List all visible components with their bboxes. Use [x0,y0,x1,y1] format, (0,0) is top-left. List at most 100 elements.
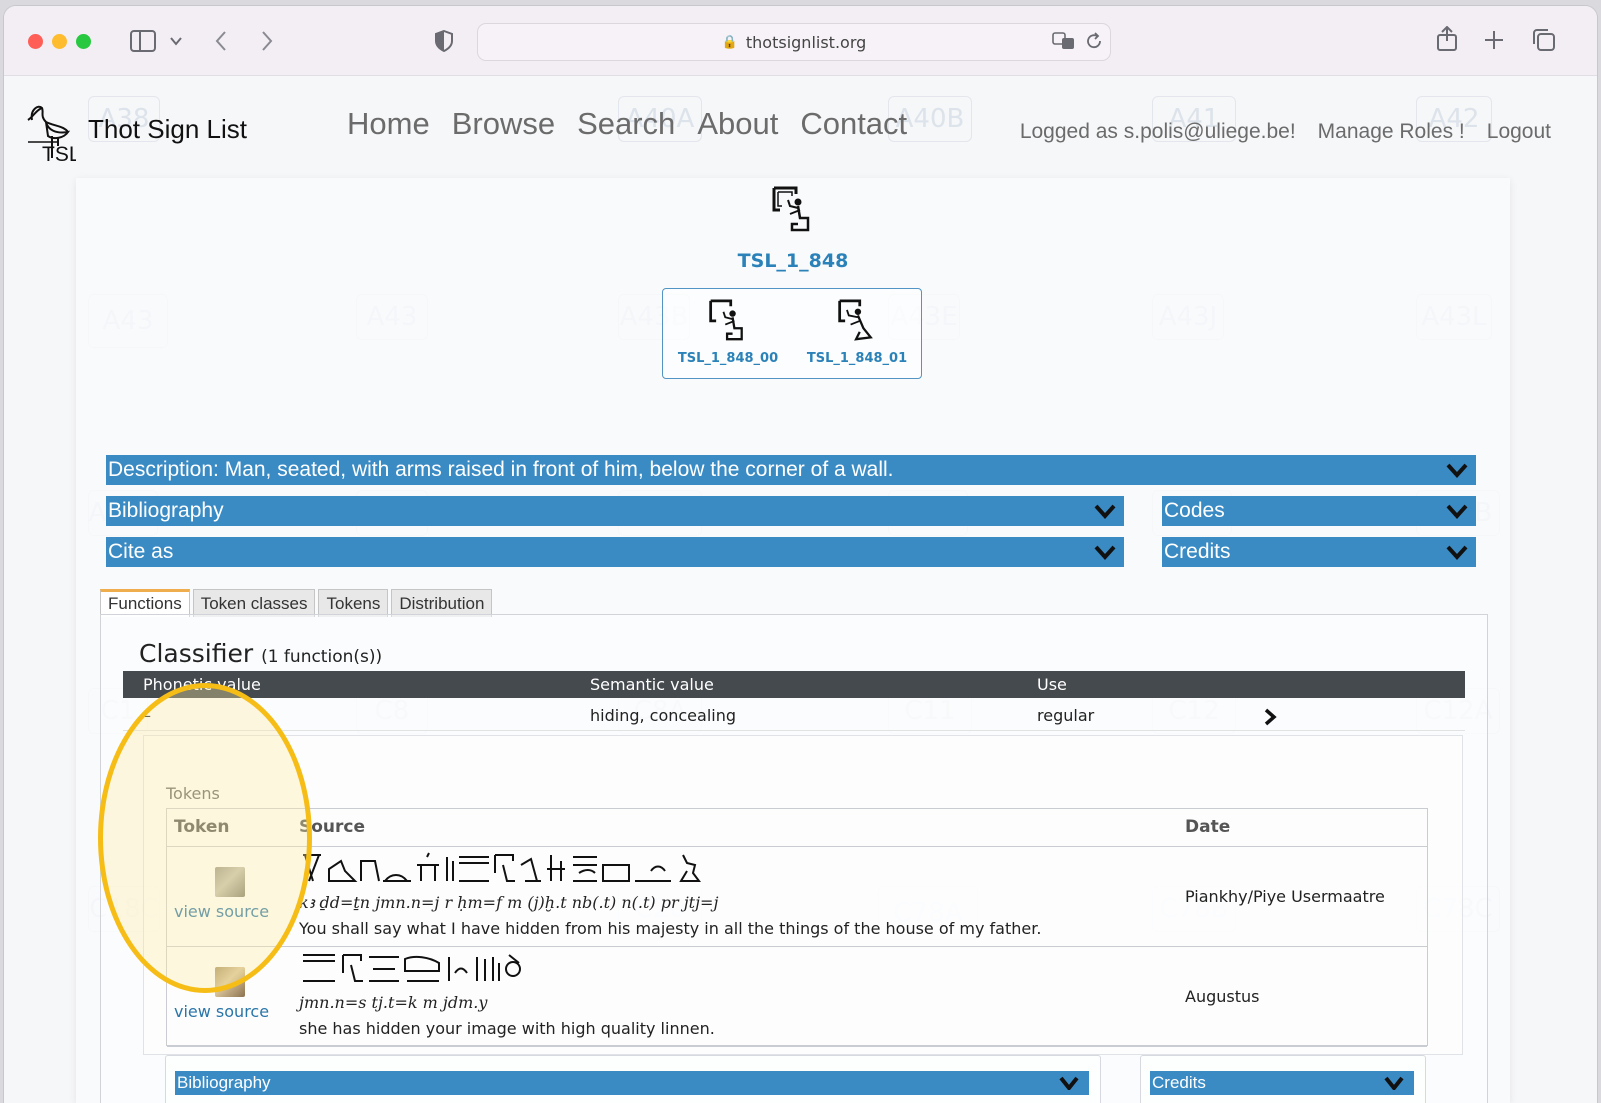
function-count: (1 function(s)) [261,647,383,667]
nav-browse[interactable]: Browse [452,106,555,142]
col-use: Use [1037,675,1067,694]
lock-icon: 🔒 [721,34,738,50]
sidebar-icon[interactable] [130,30,156,52]
col-phonetic-value: Phonetic value [143,675,261,694]
chevron-down-icon [1094,545,1116,560]
translation: You shall say what I have hidden from hi… [299,919,1042,938]
credits-label: Credits [1164,540,1231,563]
svg-text:TSL: TSL [42,143,76,162]
shield-icon[interactable] [434,30,454,52]
reload-icon[interactable] [1085,32,1103,50]
tokens-table-header: Token Source Date [167,809,1427,847]
nav-contact[interactable]: Contact [800,106,907,142]
credits-bar[interactable]: Credits [1162,537,1476,567]
description-bar[interactable]: Description: Man, seated, with arms rais… [106,455,1476,485]
nav-home[interactable]: Home [347,106,430,142]
view-source-link[interactable]: view source [174,1002,269,1021]
col-token: Token [174,817,230,837]
tab-overview-icon[interactable] [1532,28,1556,52]
chevron-down-icon [1384,1076,1404,1090]
token-credits-label: Credits [1152,1073,1206,1092]
browser-toolbar: 🔒 thotsignlist.org [4,6,1597,76]
tab-token-classes[interactable]: Token classes [192,589,316,617]
semantic-value: hiding, concealing [590,706,737,725]
description-text: Description: Man, seated, with arms rais… [108,458,894,481]
nav-search[interactable]: Search [577,106,675,142]
tokens-table: Token Source Date view source kꜣ ḏd=ṯn j… [166,808,1428,1047]
hieroglyph-source-icon [303,852,701,882]
nav-about[interactable]: About [697,106,778,142]
sign-id: TSL_1_848 [737,250,849,272]
user-nav: Logged as s.polis@uliege.be! Manage Role… [1020,120,1551,144]
logged-in-as[interactable]: Logged as s.polis@uliege.be! [1020,120,1296,144]
variant-label[interactable]: TSL_1_848_00 [673,351,783,366]
web-page: A43A43A43BA43EA43JA43LA45CA46A53A54A55A5… [4,76,1597,1103]
col-date: Date [1185,817,1231,837]
chevron-down-icon [1446,504,1468,519]
transliteration: jmn.n=s tj.t=k m jdm.y [299,993,488,1012]
address-bar[interactable]: 🔒 thotsignlist.org [477,23,1111,61]
chevron-down-icon [1446,545,1468,560]
back-icon[interactable] [214,30,228,52]
hieroglyph-source-icon [303,954,521,982]
browser-window: 🔒 thotsignlist.org A43A43A43BA43EA43JA43… [4,6,1597,1103]
token-row: view source [167,847,1427,947]
share-icon[interactable] [1436,26,1458,52]
codes-bar[interactable]: Codes [1162,496,1476,526]
phonetic-value: – [143,706,151,725]
tab-tokens[interactable]: Tokens [318,589,389,617]
function-row[interactable]: – hiding, concealing regular [123,701,1465,731]
col-source: Source [299,817,366,837]
transliteration: kꜣ ḏd=ṯn jmn.n=j r ḥm=f m (j)ḫ.t nb(.t) … [299,893,719,912]
token-date: Piankhy/Piye Usermaatre [1185,887,1385,906]
forward-icon[interactable] [260,30,274,52]
use-value: regular [1037,706,1095,725]
translate-icon[interactable] [1052,32,1076,50]
view-source-link[interactable]: view source [174,902,269,921]
col-semantic-value: Semantic value [590,675,714,694]
tokens-section: Tokens Token Source Date view source kꜣ … [143,735,1463,1055]
codes-label: Codes [1164,499,1225,522]
chevron-down-icon [1094,504,1116,519]
token-thumbnail[interactable] [215,967,245,997]
function-title: Classifier (1 function(s)) [139,639,382,668]
manage-roles-link[interactable]: Manage Roles ! [1318,120,1465,144]
tab-distribution[interactable]: Distribution [391,589,493,617]
cite-as-bar[interactable]: Cite as [106,537,1124,567]
minimize-window-button[interactable] [52,34,67,49]
site-title[interactable]: Thot Sign List [88,114,247,145]
token-date: Augustus [1185,987,1260,1006]
tokens-label: Tokens [166,784,220,803]
variant-item[interactable]: TSL_1_848_01 [802,297,912,366]
variant-item[interactable]: TSL_1_848_00 [673,297,783,366]
bibliography-label: Bibliography [108,499,224,522]
translation: she has hidden your image with high qual… [299,1019,715,1038]
functions-panel: Classifier (1 function(s)) Phonetic valu… [100,614,1488,1103]
chevron-down-icon[interactable] [170,36,182,46]
function-title-text: Classifier [139,639,254,668]
new-tab-icon[interactable] [1484,30,1504,50]
chevron-down-icon [1059,1076,1079,1090]
close-window-button[interactable] [28,34,43,49]
sign-glyph-icon [772,186,810,232]
functions-table-header: Phonetic value Semantic value Use [123,671,1465,698]
variant-glyph-icon [838,299,873,341]
url-text: thotsignlist.org [745,32,867,52]
token-thumbnail[interactable] [215,867,245,897]
token-bibliography-label: Bibliography [177,1073,271,1092]
token-row: view source [167,947,1427,1047]
maximize-window-button[interactable] [76,34,91,49]
ibis-logo-icon[interactable]: TSL [24,100,76,162]
main-nav: Home Browse Search About Contact [347,106,907,142]
bibliography-bar[interactable]: Bibliography [106,496,1124,526]
chevron-down-icon [1446,463,1468,478]
token-credits-bar[interactable]: Credits [1150,1071,1414,1095]
tab-bar: Functions Token classes Tokens Distribut… [100,589,493,617]
logout-link[interactable]: Logout [1487,120,1551,144]
variant-label[interactable]: TSL_1_848_01 [802,351,912,366]
chevron-right-icon[interactable] [1263,708,1277,726]
tab-functions[interactable]: Functions [100,589,190,617]
cite-as-label: Cite as [108,540,174,563]
variant-glyph-icon [709,299,743,341]
token-bibliography-bar[interactable]: Bibliography [175,1071,1089,1095]
